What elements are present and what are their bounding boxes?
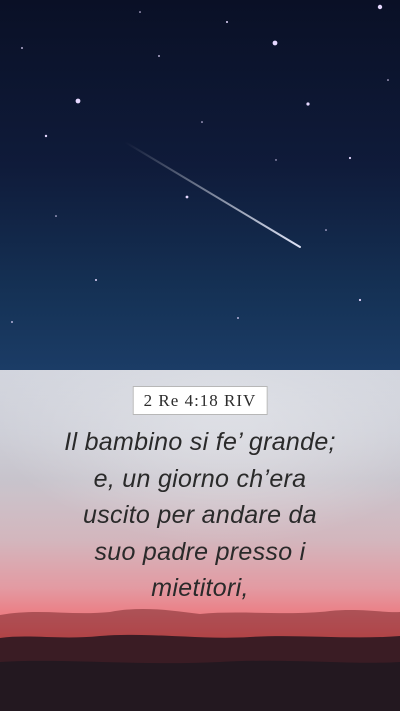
shooting-star	[124, 141, 301, 248]
star	[358, 298, 362, 302]
verse-line: Il bambino si fe’ grande;	[64, 428, 336, 456]
star	[348, 156, 352, 160]
star	[325, 229, 327, 231]
star	[237, 317, 239, 319]
verse-line: suo padre presso i	[94, 537, 306, 566]
star	[377, 4, 383, 10]
star	[226, 21, 228, 23]
star	[306, 102, 310, 106]
stars-and-meteor	[11, 4, 389, 323]
star	[75, 98, 81, 104]
star	[55, 215, 57, 217]
verse-text: Il bambino si fe’ grande; e, un giorno c…	[20, 424, 380, 607]
verse-line: uscito per andare da	[83, 501, 317, 529]
star	[272, 40, 278, 46]
star	[44, 134, 48, 138]
night-sky-photo	[0, 0, 400, 370]
star	[21, 47, 23, 49]
star	[11, 321, 13, 323]
star	[158, 55, 160, 57]
star	[95, 279, 97, 281]
verse-line: e, un giorno ch’era	[93, 464, 307, 493]
verse-line: mietitori,	[151, 574, 249, 602]
star	[185, 195, 189, 199]
star	[387, 79, 389, 81]
star	[275, 159, 277, 161]
verse-reference-label: 2 Re 4:18 RIV	[132, 386, 268, 415]
star	[139, 11, 141, 13]
star	[201, 121, 203, 123]
